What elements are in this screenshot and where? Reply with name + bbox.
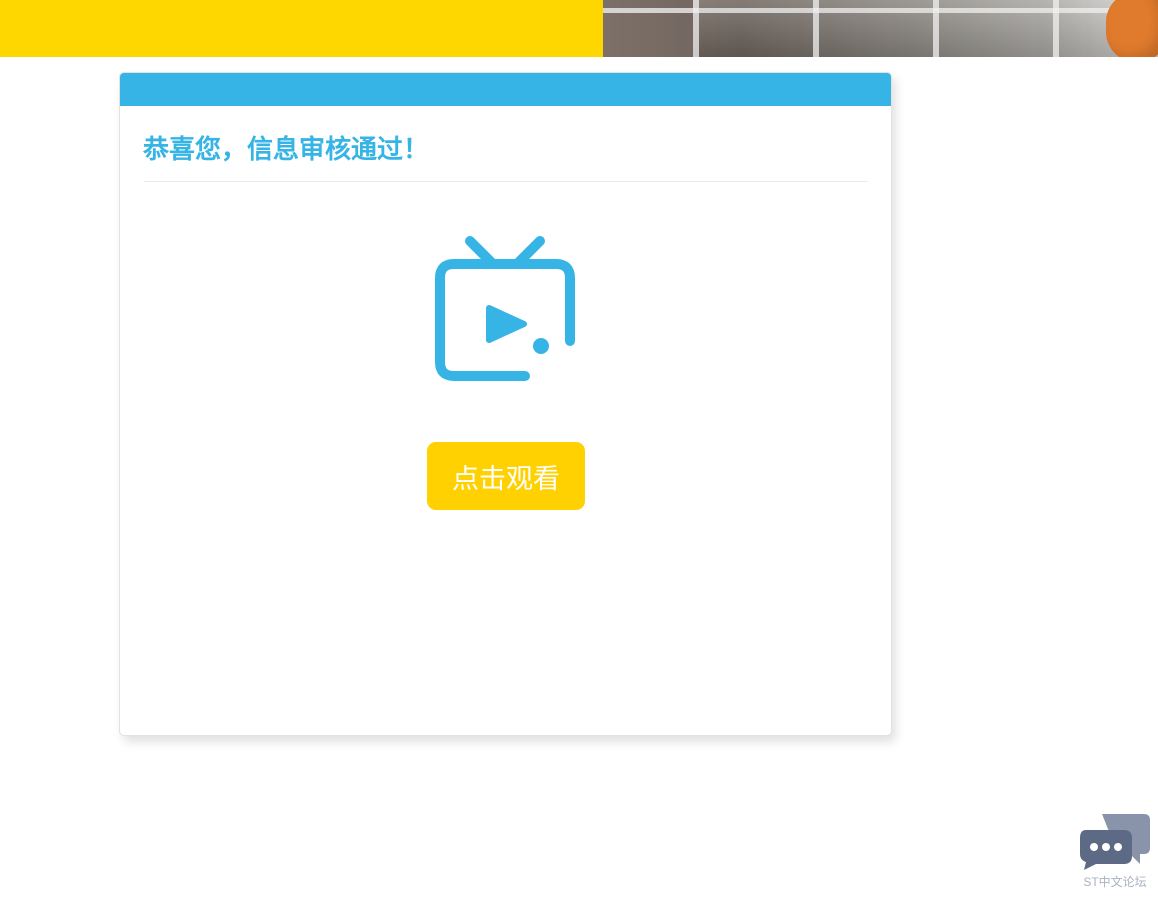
approval-card: 恭喜您，信息审核通过！ 点击观看 (119, 72, 892, 736)
tv-play-icon (435, 236, 575, 381)
page-title: 恭喜您，信息审核通过！ (143, 135, 430, 165)
card-header (120, 73, 891, 106)
chat-bubbles-icon (1080, 814, 1150, 870)
banner-yellow-panel (0, 0, 603, 57)
forum-label: ST中文论坛 (1083, 875, 1147, 889)
watch-button[interactable]: 点击观看 (427, 442, 585, 510)
divider (144, 181, 868, 182)
banner-photo (603, 0, 1158, 57)
forum-badge[interactable]: ST中文论坛 (1076, 812, 1154, 892)
